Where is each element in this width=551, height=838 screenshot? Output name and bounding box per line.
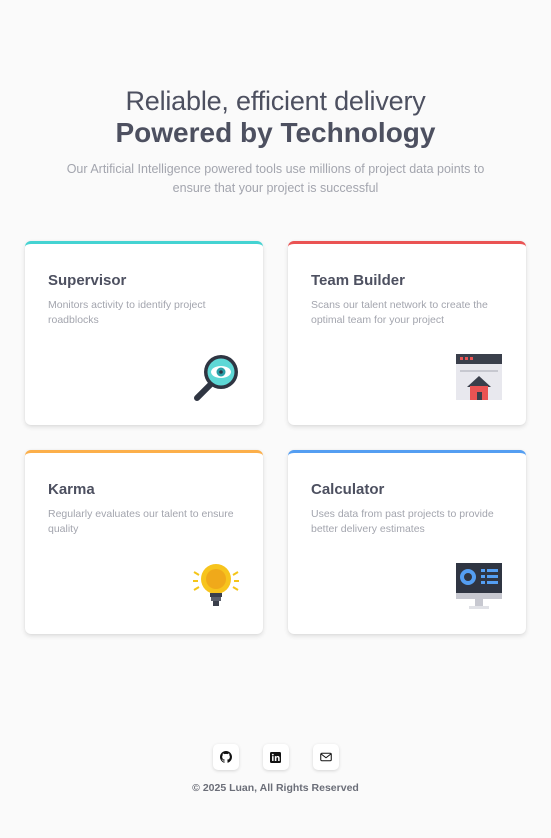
card-description: Scans our talent network to create the o… <box>311 299 488 326</box>
hero-title-bold: Powered by Technology <box>115 117 436 148</box>
lightbulb-icon <box>193 564 239 606</box>
github-icon <box>219 751 232 763</box>
hero-title-light: Reliable, efficient delivery <box>125 86 426 116</box>
card-team-builder: Team Builder Scans our talent network to… <box>288 241 526 425</box>
card-calculator: Calculator Uses data from past projects … <box>288 450 526 634</box>
hero-description: Our Artificial Intelligence powered tool… <box>66 162 485 195</box>
card-description: Uses data from past projects to provide … <box>311 508 494 535</box>
card-description: Regularly evaluates our talent to ensure… <box>48 508 234 535</box>
linkedin-icon <box>270 751 281 763</box>
monitor-dashboard-icon <box>456 563 502 609</box>
copyright-text: © 2025 Luan, All Rights Reserved <box>192 782 359 794</box>
card-karma: Karma Regularly evaluates our talent to … <box>25 450 263 634</box>
browser-home-icon <box>456 354 502 400</box>
github-link[interactable] <box>212 744 239 770</box>
card-description: Monitors activity to identify project ro… <box>48 299 206 326</box>
mail-icon <box>319 752 332 762</box>
card-title: Calculator <box>311 481 385 498</box>
mail-link[interactable] <box>312 744 339 770</box>
card-title: Supervisor <box>48 272 127 289</box>
magnifier-eye-icon <box>194 355 238 401</box>
social-links <box>0 744 551 770</box>
card-supervisor: Supervisor Monitors activity to identify… <box>25 241 263 425</box>
card-title: Team Builder <box>311 272 405 289</box>
hero-section: Reliable, efficient delivery Powered by … <box>0 84 551 198</box>
card-title: Karma <box>48 481 95 498</box>
linkedin-link[interactable] <box>262 744 289 770</box>
